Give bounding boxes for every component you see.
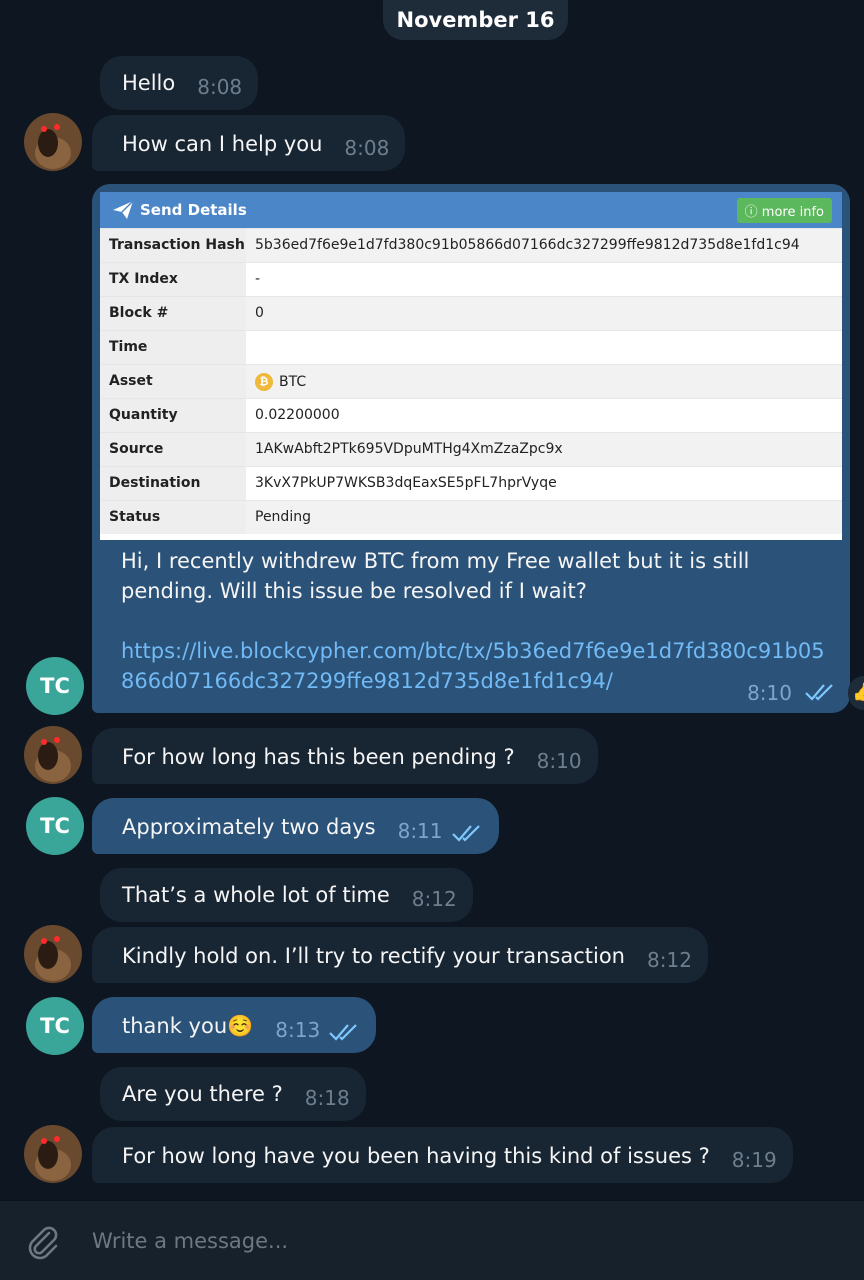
chat-history[interactable]: November 16 Hello 8:08 How can I help yo…	[0, 0, 864, 1200]
message-time: 8:10	[536, 749, 582, 773]
read-check-icon	[451, 825, 480, 842]
message-text: How can I help you	[122, 132, 323, 156]
message-time: 8:13	[275, 1018, 321, 1042]
user-avatar[interactable]: TC	[26, 797, 84, 855]
message-incoming[interactable]: For how long has this been pending ? 8:1…	[92, 728, 598, 784]
message-text: That’s a whole lot of time	[122, 883, 390, 907]
message-incoming[interactable]: Hello 8:08	[100, 56, 259, 110]
message-incoming[interactable]: For how long have you been having this k…	[92, 1127, 793, 1183]
reaction-thumbs-up-icon[interactable]: 👍	[848, 676, 864, 710]
message-text: Hi, I recently withdrew BTC from my Free…	[121, 549, 825, 693]
message-composer	[0, 1200, 864, 1280]
message-incoming[interactable]: Are you there ? 8:18	[100, 1067, 366, 1121]
detail-row: TX Index -	[100, 262, 842, 296]
detail-row: Destination 3KvX7PkUP7WKSB3dqEaxSE5pFL7hp…	[100, 466, 842, 500]
message-text: thank you☺️	[122, 1014, 254, 1038]
detail-row: Transaction Hash 5b36ed7f6e9e1d7fd380c91b…	[100, 228, 842, 262]
user-avatar[interactable]: TC	[26, 997, 84, 1055]
detail-row: Quantity 0.02200000	[100, 398, 842, 432]
card-title: Send Details	[140, 201, 247, 219]
message-outgoing[interactable]: thank you☺️ 8:13	[92, 997, 377, 1053]
transaction-screenshot[interactable]: Send Details ⓘ more info Transaction Has…	[100, 192, 842, 540]
message-time: 8:12	[647, 948, 692, 972]
message-time: 8:08	[197, 75, 243, 99]
bitcoin-icon: ₿	[255, 373, 273, 391]
message-time: 8:19	[731, 1148, 777, 1172]
more-info-button: ⓘ more info	[736, 197, 832, 223]
message-outgoing-with-image[interactable]: Send Details ⓘ more info Transaction Has…	[92, 184, 850, 713]
message-incoming[interactable]: How can I help you 8:08	[92, 115, 406, 171]
detail-row: Asset ₿ BTC	[100, 364, 842, 398]
message-incoming[interactable]: That’s a whole lot of time 8:12	[100, 868, 473, 922]
contact-avatar[interactable]	[24, 925, 82, 983]
message-text: For how long have you been having this k…	[122, 1144, 710, 1168]
detail-row: Block #0	[100, 296, 842, 330]
detail-row: Source 1AKwAbft2PTk695VDpuMTHg4XmZzaZpc9x	[100, 432, 842, 466]
detail-row: Time	[100, 330, 842, 364]
message-time: 8:12	[411, 887, 457, 911]
message-input[interactable]	[92, 1228, 792, 1253]
message-text: Are you there ?	[122, 1082, 283, 1106]
read-check-icon	[329, 1024, 357, 1041]
message-outgoing[interactable]: Approximately two days 8:11	[92, 798, 499, 854]
user-avatar[interactable]: TC	[26, 657, 84, 715]
card-header: Send Details ⓘ more info	[100, 192, 842, 228]
message-time: 8:10	[747, 681, 792, 705]
send-icon	[113, 200, 134, 219]
message-incoming[interactable]: Kindly hold on. I’ll try to rectify your…	[92, 927, 708, 983]
message-text: For how long has this been pending ?	[122, 745, 515, 769]
detail-row: Status Pending	[100, 500, 842, 534]
contact-avatar[interactable]	[24, 1125, 82, 1183]
transaction-link[interactable]: https://live.blockcypher.com/btc/tx/5b36…	[121, 639, 825, 693]
message-text: Kindly hold on. I’ll try to rectify your…	[122, 944, 625, 968]
message-text: Approximately two days	[122, 815, 376, 839]
message-time: 8:08	[344, 136, 390, 160]
read-check-icon	[805, 684, 833, 701]
contact-avatar[interactable]	[24, 113, 82, 171]
message-time: 8:18	[304, 1086, 350, 1110]
message-text: Hello	[122, 71, 176, 95]
date-separator: November 16	[383, 0, 568, 40]
message-time: 8:11	[397, 819, 443, 843]
attach-icon[interactable]	[22, 1221, 62, 1261]
contact-avatar[interactable]	[24, 726, 82, 784]
